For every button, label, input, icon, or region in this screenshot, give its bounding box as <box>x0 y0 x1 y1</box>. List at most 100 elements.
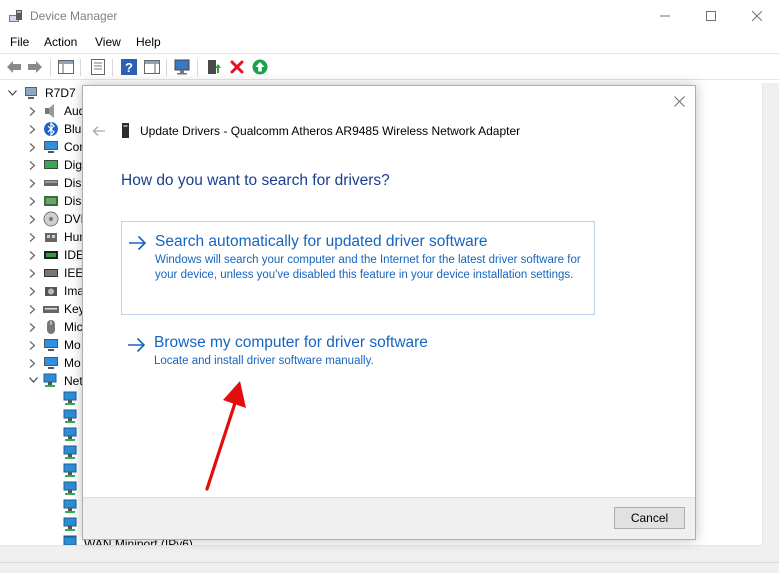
tree-category-label: Mo <box>64 338 81 352</box>
network-adapter-icon <box>63 481 77 495</box>
help-icon: ? <box>121 59 137 75</box>
option-title: Search automatically for updated driver … <box>155 233 488 250</box>
menu-bar: File Action View Help <box>0 32 779 52</box>
chevron-down-icon[interactable] <box>27 375 39 387</box>
title-bar: Device Manager <box>0 0 779 32</box>
browse-computer-option[interactable]: Browse my computer for driver software L… <box>121 329 595 373</box>
toolbar-separator <box>166 59 167 76</box>
dialog-close-button[interactable] <box>670 92 688 110</box>
bluetooth-icon <box>44 121 58 137</box>
back-icon <box>7 61 21 73</box>
horizontal-scrollbar[interactable] <box>0 545 762 562</box>
network-adapter-icon <box>63 499 77 513</box>
computer-icon <box>44 141 58 153</box>
toolbar: ? <box>0 53 779 80</box>
option-description: Locate and install driver software manua… <box>154 355 374 367</box>
window-title: Device Manager <box>30 9 118 23</box>
menu-help[interactable]: Help <box>136 35 161 49</box>
chevron-down-icon[interactable] <box>6 87 18 99</box>
audio-icon <box>45 104 54 118</box>
menu-view[interactable]: View <box>95 35 121 49</box>
maximize-icon <box>706 11 716 21</box>
network-adapter-icon <box>63 445 77 459</box>
chevron-right-icon[interactable] <box>27 105 39 117</box>
dialog-heading: How do you want to search for drivers? <box>121 172 390 189</box>
arrow-right-icon <box>128 337 146 353</box>
uninstall-device-button[interactable] <box>228 58 246 76</box>
status-bar <box>0 562 779 573</box>
console-tree-button[interactable] <box>57 58 75 76</box>
properties-icon <box>91 59 105 75</box>
scan-hardware-button[interactable] <box>174 58 192 76</box>
toolbar-separator <box>197 59 198 76</box>
minimize-icon <box>660 15 670 17</box>
chevron-right-icon[interactable] <box>27 159 39 171</box>
close-icon <box>673 95 685 107</box>
update-driver-button[interactable] <box>205 58 223 76</box>
display-adapter-icon <box>44 196 58 206</box>
back-button[interactable] <box>5 58 23 76</box>
network-card-icon <box>122 123 129 138</box>
vertical-scrollbar[interactable] <box>762 83 779 545</box>
update-drivers-dialog: Update Drivers - Qualcomm Atheros AR9485… <box>82 85 696 540</box>
chevron-right-icon[interactable] <box>27 141 39 153</box>
close-icon <box>752 11 762 21</box>
cancel-button[interactable]: Cancel <box>614 507 685 529</box>
update-driver-icon <box>208 60 221 74</box>
mouse-icon <box>47 320 55 334</box>
tree-root-label: R7D7 <box>45 86 76 100</box>
monitor-icon <box>44 357 58 369</box>
chevron-right-icon[interactable] <box>27 231 39 243</box>
tree-category-label: Blu <box>64 122 82 136</box>
network-adapter-icon <box>63 427 77 441</box>
device-manager-icon <box>9 10 22 22</box>
dialog-back-button[interactable] <box>91 123 107 139</box>
search-automatically-option[interactable]: Search automatically for updated driver … <box>121 221 595 315</box>
chevron-right-icon[interactable] <box>27 213 39 225</box>
chevron-right-icon[interactable] <box>27 177 39 189</box>
network-adapter-icon <box>43 373 57 387</box>
annotation-arrow <box>205 381 246 491</box>
uninstall-device-icon <box>230 60 244 74</box>
action-pane-icon <box>144 60 160 74</box>
hid-icon <box>45 233 57 242</box>
menu-action[interactable]: Action <box>44 35 77 49</box>
arrow-right-icon <box>129 235 147 251</box>
tree-category-label: Mo <box>64 356 81 370</box>
properties-button[interactable] <box>89 58 107 76</box>
tree-category-label: IDE <box>64 248 85 262</box>
chevron-right-icon[interactable] <box>27 285 39 297</box>
toolbar-separator <box>112 59 113 76</box>
computer-icon <box>25 87 37 99</box>
toolbar-separator <box>80 59 81 76</box>
enable-device-button[interactable] <box>251 58 269 76</box>
scroll-corner <box>762 545 779 562</box>
minimize-button[interactable] <box>642 0 688 32</box>
ieee1394-icon <box>44 269 58 277</box>
action-pane-button[interactable] <box>143 58 161 76</box>
maximize-button[interactable] <box>688 0 734 32</box>
tree-category-label: Net <box>64 374 83 388</box>
monitor-icon <box>44 339 58 351</box>
option-title: Browse my computer for driver software <box>154 334 428 351</box>
network-adapter-icon <box>63 517 77 531</box>
ide-controller-icon <box>44 251 58 259</box>
help-button[interactable]: ? <box>120 58 138 76</box>
chevron-right-icon[interactable] <box>27 195 39 207</box>
chevron-right-icon[interactable] <box>27 339 39 351</box>
menu-file[interactable]: File <box>10 35 29 49</box>
enable-device-icon <box>252 59 268 75</box>
chevron-right-icon[interactable] <box>27 321 39 333</box>
disk-drive-icon <box>44 180 58 186</box>
show-hide-console-tree-icon <box>58 60 74 74</box>
chevron-right-icon[interactable] <box>27 357 39 369</box>
close-button[interactable] <box>734 0 779 32</box>
chevron-right-icon[interactable] <box>27 303 39 315</box>
chevron-right-icon[interactable] <box>27 249 39 261</box>
forward-button[interactable] <box>26 58 44 76</box>
chevron-right-icon[interactable] <box>27 267 39 279</box>
tree-category-label: Cor <box>64 140 84 154</box>
dialog-footer: Cancel <box>83 497 695 539</box>
chevron-right-icon[interactable] <box>27 123 39 135</box>
network-adapter-icon <box>63 391 77 405</box>
